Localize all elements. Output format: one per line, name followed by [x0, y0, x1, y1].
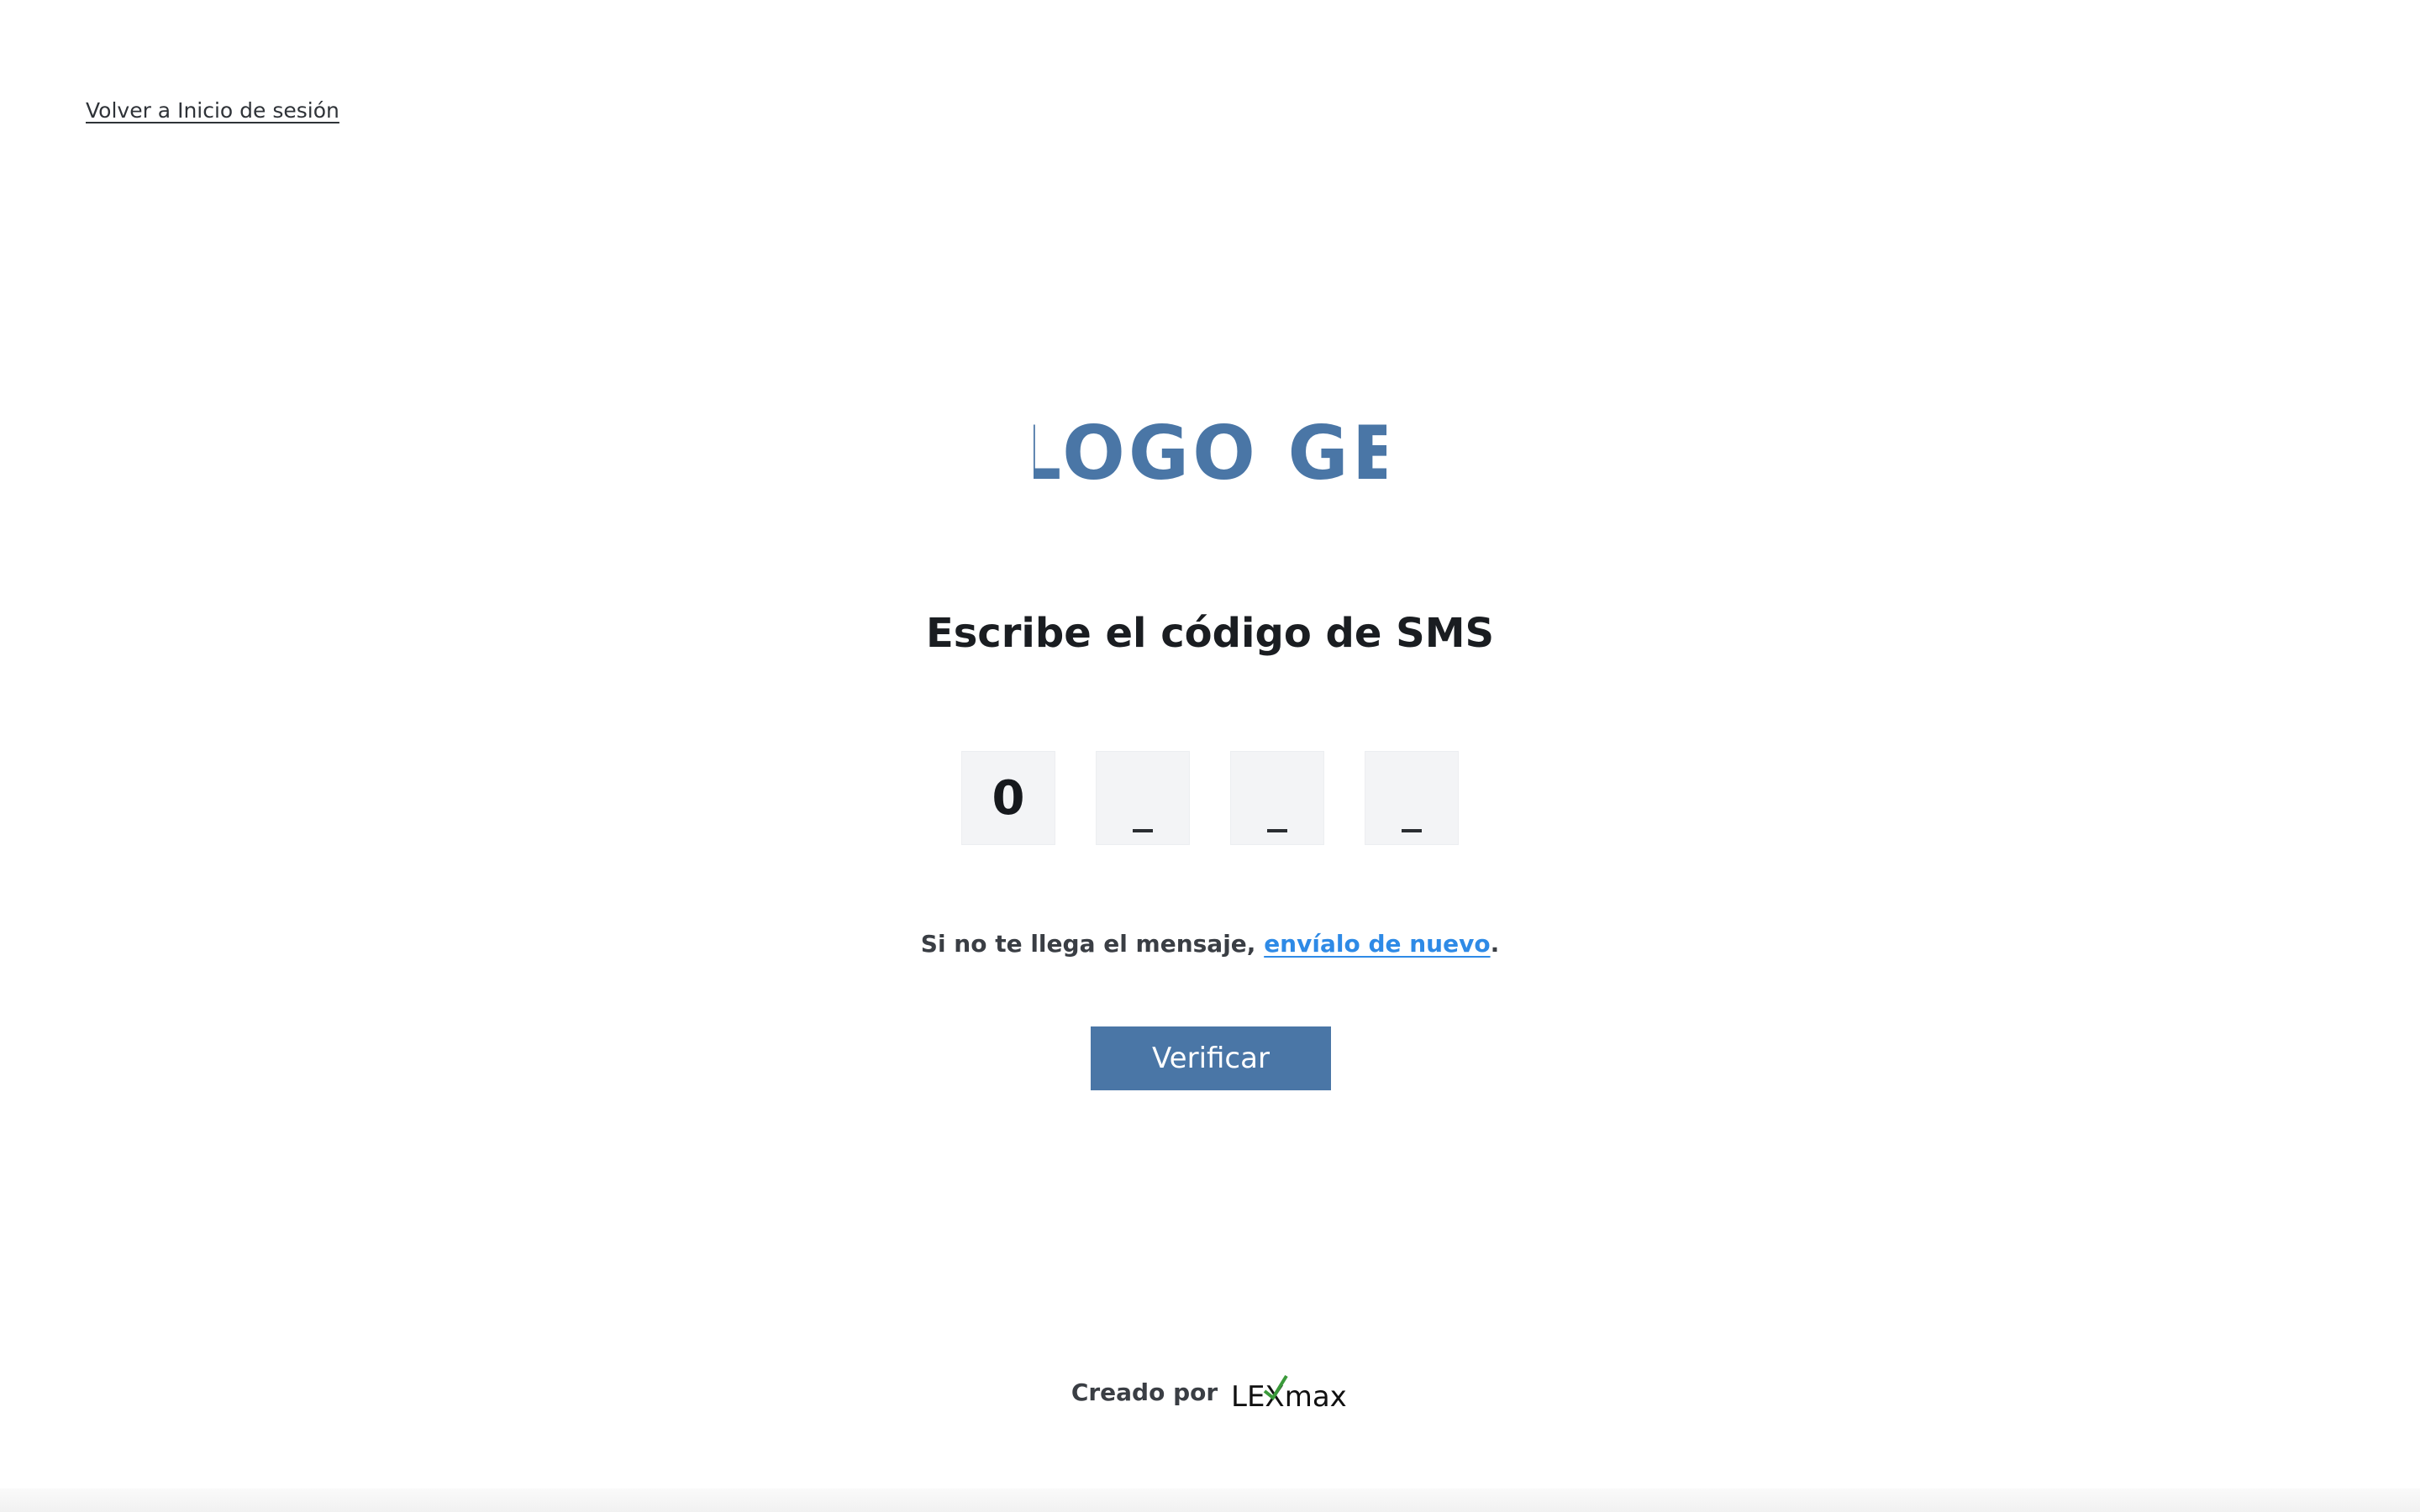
code-digit-1[interactable]: 0 — [961, 751, 1055, 845]
empty-placeholder — [1402, 829, 1422, 832]
verify-button[interactable]: Verificar — [1091, 1026, 1331, 1090]
resend-prefix: Si no te llega el mensaje, — [920, 930, 1265, 958]
company-logo: LOGO GE — [1034, 408, 1386, 492]
window-bottom-edge — [0, 1488, 2420, 1512]
logo-text: LOGO GE — [1034, 410, 1386, 492]
resend-suffix: . — [1490, 930, 1500, 958]
footer-label: Creado por — [1071, 1378, 1218, 1406]
brand-text: LEXmax — [1231, 1380, 1347, 1411]
resend-message: Si no te llega el mensaje, envíalo de nu… — [0, 927, 2420, 961]
resend-link[interactable]: envíalo de nuevo — [1264, 930, 1490, 958]
lexmax-logo[interactable]: LEXmax — [1231, 1374, 1349, 1411]
empty-placeholder — [1133, 829, 1153, 832]
code-digit-2[interactable] — [1096, 751, 1190, 845]
page-title: Escribe el código de SMS — [925, 610, 1495, 657]
footer-credit: Creado por LEXmax — [0, 1374, 2420, 1411]
sms-code-inputs: 0 — [961, 751, 1459, 845]
code-digit-3[interactable] — [1230, 751, 1324, 845]
empty-placeholder — [1267, 829, 1287, 832]
back-to-login-link[interactable]: Volver a Inicio de sesión — [86, 96, 339, 126]
code-digit-4[interactable] — [1365, 751, 1459, 845]
